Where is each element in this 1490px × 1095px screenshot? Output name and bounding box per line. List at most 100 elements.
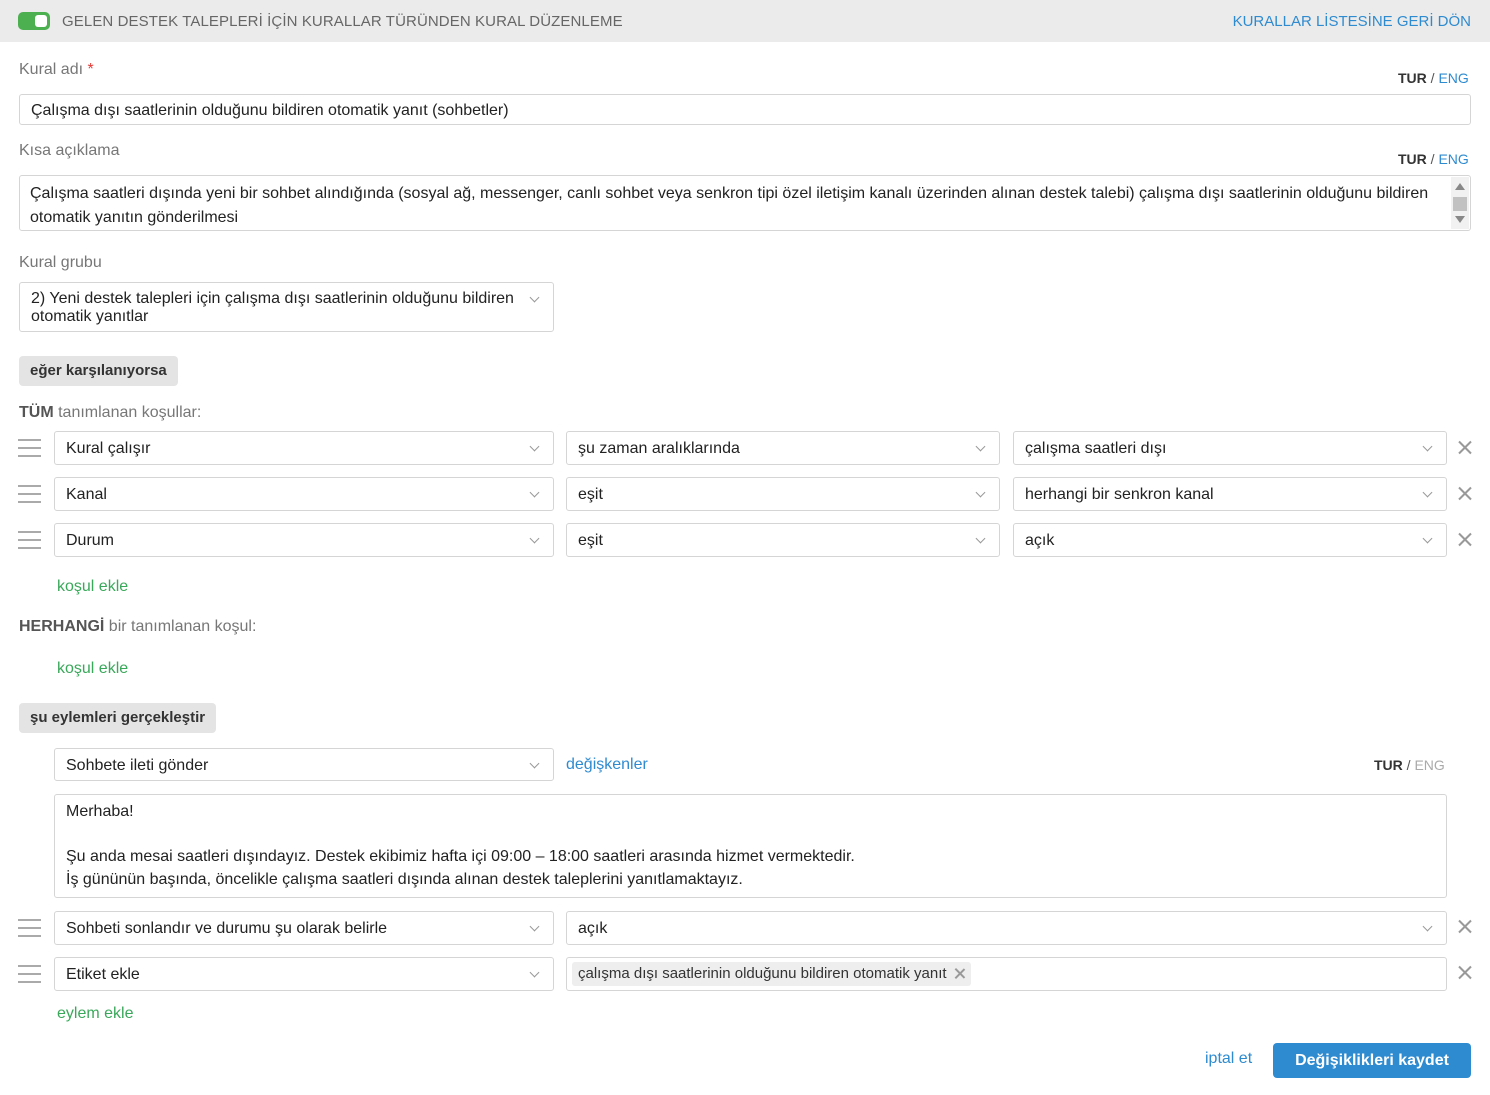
remove-action-icon[interactable] <box>1457 965 1472 980</box>
condition-value-select[interactable]: açık <box>1013 523 1447 557</box>
lang-eng[interactable]: ENG <box>1438 70 1468 86</box>
condition-operator-value: şu zaman aralıklarında <box>578 440 740 457</box>
condition-field-value: Kural çalışır <box>66 440 151 457</box>
variables-link[interactable]: değişkenler <box>566 756 648 774</box>
rule-group-select[interactable]: 2) Yeni destek talepleri için çalışma dı… <box>19 282 554 332</box>
drag-handle-icon[interactable] <box>18 485 41 503</box>
action-type-value: Sohbete ileti gönder <box>66 757 209 774</box>
tag-chip-label: çalışma dışı saatlerinin olduğunu bildir… <box>578 965 947 982</box>
drag-handle-icon[interactable] <box>18 919 41 937</box>
chevron-down-icon <box>529 292 540 303</box>
action-type-value: Sohbeti sonlandır ve durumu şu olarak be… <box>66 920 388 937</box>
add-action-link[interactable]: eylem ekle <box>57 1005 133 1023</box>
back-to-rules-link[interactable]: KURALLAR LİSTESİNE GERİ DÖN <box>1233 13 1471 30</box>
action-type-select[interactable]: Sohbeti sonlandır ve durumu şu olarak be… <box>54 911 554 945</box>
toggle-knob <box>35 15 47 27</box>
page-title: GELEN DESTEK TALEPLERİ İÇİN KURALLAR TÜR… <box>62 13 623 30</box>
condition-value-value: çalışma saatleri dışı <box>1025 440 1167 457</box>
condition-field-select[interactable]: Kural çalışır <box>54 431 554 465</box>
condition-value-value: açık <box>1025 532 1055 549</box>
rule-group-line2: otomatik yanıtlar <box>31 308 149 325</box>
scroll-down-arrow-icon[interactable] <box>1455 216 1465 223</box>
condition-value-select[interactable]: herhangi bir senkron kanal <box>1013 477 1447 511</box>
condition-field-value: Kanal <box>66 486 107 503</box>
remove-action-icon[interactable] <box>1457 919 1472 934</box>
any-conditions-bold: HERHANGİ <box>19 618 105 635</box>
condition-field-select[interactable]: Durum <box>54 523 554 557</box>
chevron-down-icon <box>1422 533 1433 544</box>
condition-operator-value: eşit <box>578 486 603 503</box>
chevron-down-icon <box>529 487 540 498</box>
add-condition-any-link[interactable]: koşul ekle <box>57 660 128 678</box>
chevron-down-icon <box>529 921 540 932</box>
chevron-down-icon <box>1422 487 1433 498</box>
rule-group-line1: 2) Yeni destek talepleri için çalışma dı… <box>31 290 514 307</box>
condition-operator-value: eşit <box>578 532 603 549</box>
page-header: GELEN DESTEK TALEPLERİ İÇİN KURALLAR TÜR… <box>0 0 1490 42</box>
rule-name-label: Kural adı * <box>19 61 94 79</box>
message-line: Şu anda mesai saatleri dışındayız. Deste… <box>66 848 855 865</box>
condition-operator-select[interactable]: eşit <box>566 477 1000 511</box>
short-desc-label: Kısa açıklama <box>19 142 120 159</box>
lang-separator: / <box>1430 70 1435 86</box>
message-line: İş gününün başında, öncelikle çalışma sa… <box>66 871 743 888</box>
all-conditions-bold: TÜM <box>19 404 54 421</box>
lang-separator: / <box>1430 151 1435 167</box>
rule-group-label: Kural grubu <box>19 254 102 271</box>
chevron-down-icon <box>529 758 540 769</box>
save-changes-button[interactable]: Değişiklikleri kaydet <box>1273 1043 1471 1078</box>
rule-name-value: Çalışma dışı saatlerinin olduğunu bildir… <box>31 102 509 119</box>
lang-tur[interactable]: TUR <box>1398 70 1427 86</box>
chevron-down-icon <box>975 533 986 544</box>
short-desc-scrollbar[interactable] <box>1451 177 1469 229</box>
all-conditions-rest: tanımlanan koşullar: <box>53 404 202 421</box>
all-conditions-title: TÜM tanımlanan koşullar: <box>19 404 201 422</box>
chevron-down-icon <box>1422 921 1433 932</box>
lang-eng[interactable]: ENG <box>1414 757 1444 773</box>
cancel-link[interactable]: iptal et <box>1205 1050 1252 1068</box>
short-desc-value: Çalışma saatleri dışında yeni bir sohbet… <box>30 185 1429 226</box>
action-status-select[interactable]: açık <box>566 911 1447 945</box>
condition-value-value: herhangi bir senkron kanal <box>1025 486 1214 503</box>
rule-name-lang-switch: TUR / ENG <box>1398 70 1469 86</box>
condition-value-select[interactable]: çalışma saatleri dışı <box>1013 431 1447 465</box>
actions-pill: şu eylemleri gerçekleştir <box>19 703 217 733</box>
condition-field-select[interactable]: Kanal <box>54 477 554 511</box>
drag-handle-icon[interactable] <box>18 965 41 983</box>
message-textarea[interactable]: Merhaba! Şu anda mesai saatleri dışınday… <box>54 794 1447 898</box>
remove-condition-icon[interactable] <box>1457 440 1472 455</box>
add-condition-all-link[interactable]: koşul ekle <box>57 578 128 596</box>
condition-operator-select[interactable]: eşit <box>566 523 1000 557</box>
drag-handle-icon[interactable] <box>18 531 41 549</box>
condition-field-value: Durum <box>66 532 115 549</box>
chevron-down-icon <box>529 441 540 452</box>
action-type-select[interactable]: Sohbete ileti gönder <box>54 748 554 781</box>
chevron-down-icon <box>529 533 540 544</box>
lang-tur[interactable]: TUR <box>1398 151 1427 167</box>
rule-name-label-text: Kural adı <box>19 61 84 78</box>
chevron-down-icon <box>975 441 986 452</box>
scroll-thumb[interactable] <box>1453 197 1467 211</box>
drag-handle-icon[interactable] <box>18 439 41 457</box>
lang-eng[interactable]: ENG <box>1438 151 1468 167</box>
tag-chip: çalışma dışı saatlerinin olduğunu bildir… <box>572 962 971 986</box>
lang-separator: / <box>1406 757 1411 773</box>
lang-tur[interactable]: TUR <box>1374 757 1403 773</box>
remove-condition-icon[interactable] <box>1457 532 1472 547</box>
action-type-value: Etiket ekle <box>66 966 140 983</box>
any-conditions-rest: bir tanımlanan koşul: <box>104 618 257 635</box>
scroll-up-arrow-icon[interactable] <box>1455 183 1465 190</box>
rule-name-input[interactable]: Çalışma dışı saatlerinin olduğunu bildir… <box>19 94 1471 125</box>
action-status-value: açık <box>578 920 608 937</box>
chevron-down-icon <box>529 967 540 978</box>
short-desc-textarea[interactable]: Çalışma saatleri dışında yeni bir sohbet… <box>19 175 1471 231</box>
if-conditions-pill: eğer karşılanıyorsa <box>19 356 178 386</box>
condition-operator-select[interactable]: şu zaman aralıklarında <box>566 431 1000 465</box>
remove-condition-icon[interactable] <box>1457 486 1472 501</box>
remove-tag-icon[interactable] <box>954 968 965 979</box>
message-lang-switch: TUR / ENG <box>1374 757 1445 773</box>
any-conditions-title: HERHANGİ bir tanımlanan koşul: <box>19 618 256 636</box>
message-line: Merhaba! <box>66 803 134 820</box>
action-type-select[interactable]: Etiket ekle <box>54 957 554 991</box>
rule-active-toggle[interactable] <box>18 12 50 30</box>
